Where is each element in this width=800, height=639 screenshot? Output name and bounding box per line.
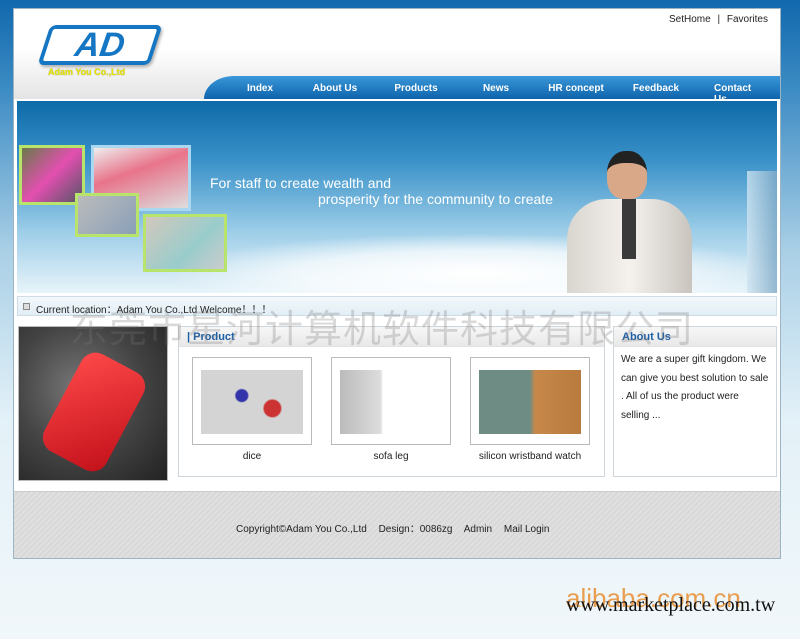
banner: For staff to create wealth and prosperit… xyxy=(17,101,777,293)
product-label[interactable]: sofa leg xyxy=(331,451,451,462)
design-credit: Design：0086zg xyxy=(378,524,453,535)
product-label[interactable]: silicon wristband watch xyxy=(470,451,590,462)
header: AD Adam You Co.,Ltd SetHome | Favorites … xyxy=(14,9,780,105)
location-bar: Current location：Adam You Co.,Ltd Welcom… xyxy=(17,296,777,316)
bullet-icon xyxy=(23,303,30,310)
nav-news[interactable]: News xyxy=(483,83,509,94)
main-nav: Index About Us Products News HR concept … xyxy=(204,76,780,105)
nav-about-us[interactable]: About Us xyxy=(313,83,357,94)
sofa-leg-image xyxy=(340,370,442,434)
product-label[interactable]: dice xyxy=(192,451,312,462)
location-text: Current location：Adam You Co.,Ltd Welcom… xyxy=(36,305,272,316)
product-panel: | Product dice sofa leg silicon wristban… xyxy=(178,326,605,477)
company-name: Adam You Co.,Ltd xyxy=(48,67,126,77)
sethome-link[interactable]: SetHome xyxy=(669,14,711,25)
wristband-image xyxy=(479,370,581,434)
about-title: About Us xyxy=(614,327,776,347)
marketplace-watermark: www.marketplace.com.tw xyxy=(566,594,776,616)
footer: Copyright©Adam You Co.,Ltd Design：0086zg… xyxy=(14,491,780,558)
nav-feedback[interactable]: Feedback xyxy=(633,83,679,94)
about-text: We are a super gift kingdom. We can give… xyxy=(621,354,769,421)
separator: | xyxy=(717,14,721,25)
building-image xyxy=(747,171,777,293)
admin-link[interactable]: Admin xyxy=(464,524,492,535)
keychain-photo xyxy=(143,214,227,272)
featured-mouse-image[interactable] xyxy=(18,326,168,481)
favorites-link[interactable]: Favorites xyxy=(727,14,768,25)
nav-hr-concept[interactable]: HR concept xyxy=(548,83,604,94)
product-card-wristband[interactable] xyxy=(470,357,590,445)
about-panel: About Us We are a super gift kingdom. We… xyxy=(613,326,777,477)
mail-login-link[interactable]: Mail Login xyxy=(504,524,550,535)
nav-products[interactable]: Products xyxy=(394,83,437,94)
copyright: Copyright©Adam You Co.,Ltd xyxy=(236,524,367,535)
slogan-line-2: prosperity for the community to create xyxy=(318,191,553,207)
businessman-image xyxy=(567,151,692,293)
product-card-sofa-leg[interactable] xyxy=(331,357,451,445)
nav-index[interactable]: Index xyxy=(247,83,273,94)
logo[interactable]: AD xyxy=(37,25,163,65)
product-title: | Product xyxy=(179,327,604,347)
product-card-dice[interactable] xyxy=(192,357,312,445)
top-links: SetHome | Favorites xyxy=(669,14,768,25)
dice-image xyxy=(201,370,303,434)
page-container: AD Adam You Co.,Ltd SetHome | Favorites … xyxy=(13,8,781,559)
pen-photo xyxy=(75,193,139,237)
slogan-line-1: For staff to create wealth and xyxy=(210,175,392,191)
